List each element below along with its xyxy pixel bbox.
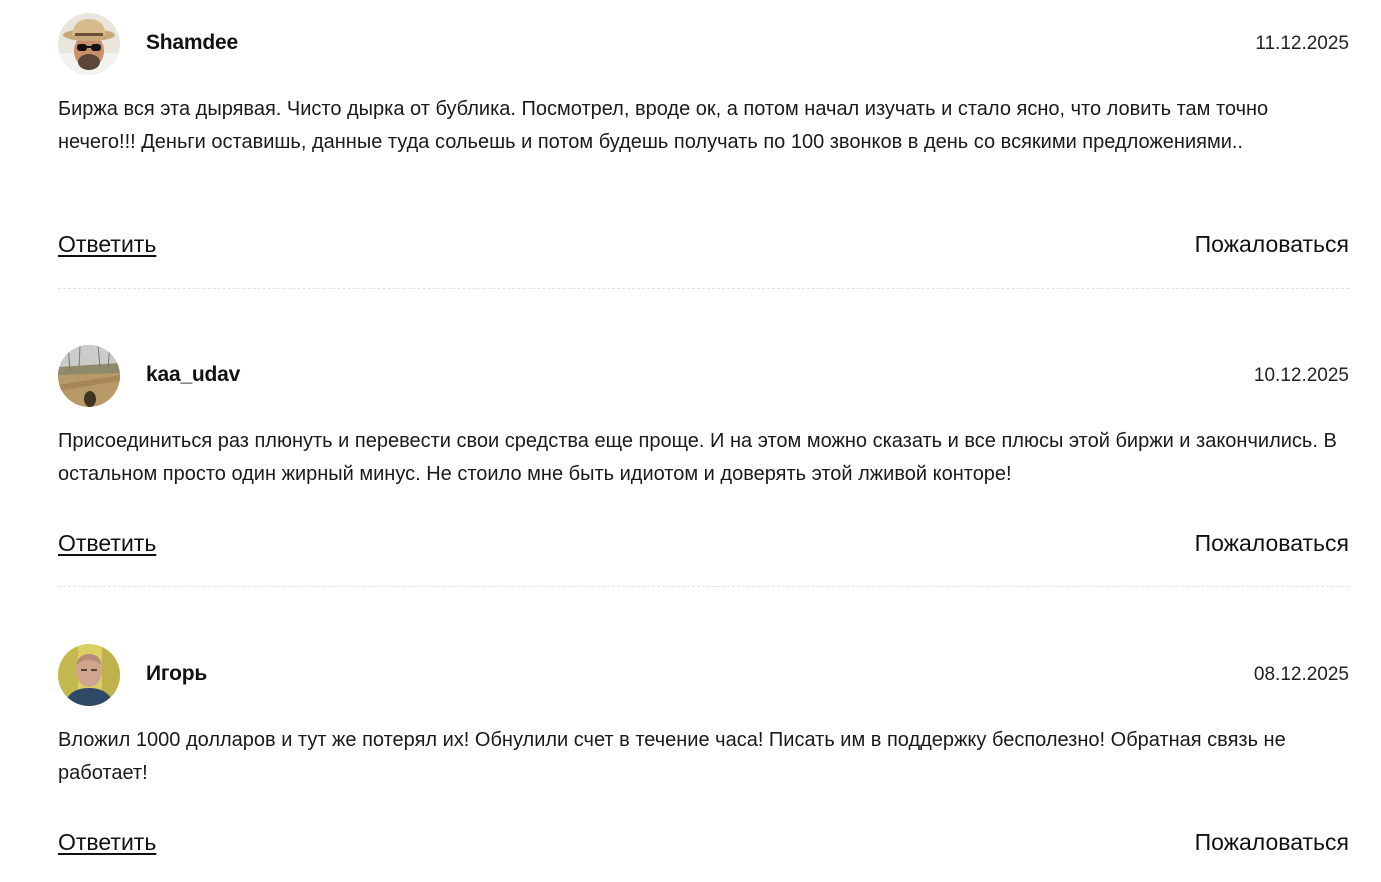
author-name: kaa_udav [146,363,241,386]
comment: kaa_udav 10.12.2025 Присоединиться раз п… [58,345,1349,587]
comment-date: 10.12.2025 [1253,365,1349,386]
comment-text: Биржа вся эта дырявая. Чисто дырка от бу… [58,98,1269,153]
avatar [58,345,120,407]
reply-link[interactable]: Ответить [58,530,156,557]
reply-link[interactable]: Ответить [58,829,156,856]
comment-actions: Ответить Пожаловаться [58,530,1349,564]
author-name: Игорь [146,662,208,685]
avatar [58,13,120,75]
comment-header: Shamdee 11.12.2025 [58,13,1349,77]
avatar [58,644,120,706]
comment: Shamdee 11.12.2025 Биржа вся эта дырявая… [58,13,1349,289]
report-link[interactable]: Пожаловаться [1195,829,1349,856]
avatar-landscape-shadow-icon [58,345,120,407]
author-name: Shamdee [146,31,238,54]
comment-actions: Ответить Пожаловаться [58,231,1349,265]
comment: Игорь 08.12.2025 Вложил 1000 долларов и … [58,644,1349,855]
comment-divider [58,288,1349,289]
comment-header: Игорь 08.12.2025 [58,644,1349,708]
avatar-man-hat-sunglasses-icon [58,13,120,75]
comment-header: kaa_udav 10.12.2025 [58,345,1349,409]
comment-text: Вложил 1000 долларов и тут же потерял их… [58,729,1286,784]
comment-date: 11.12.2025 [1255,33,1349,54]
report-link[interactable]: Пожаловаться [1195,231,1349,258]
avatar-man-portrait-icon [58,644,120,706]
report-link[interactable]: Пожаловаться [1195,530,1349,557]
comment-text: Присоединиться раз плюнуть и перевести с… [58,430,1337,485]
reply-link[interactable]: Ответить [58,231,156,258]
comment-date: 08.12.2025 [1253,664,1349,685]
comment-actions: Ответить Пожаловаться [58,829,1349,863]
comment-divider [58,586,1349,587]
